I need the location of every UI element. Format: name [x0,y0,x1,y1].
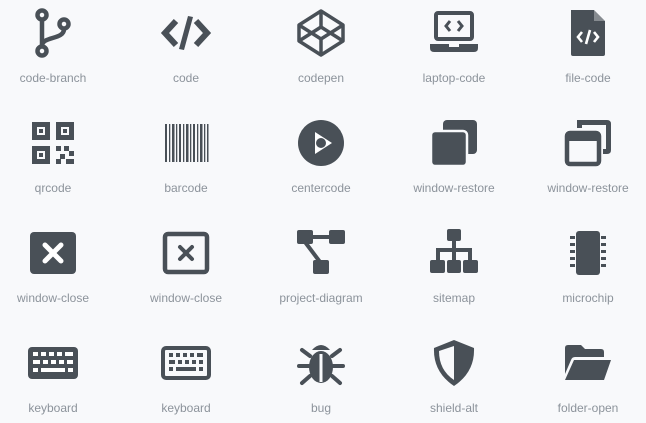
icon-tile-sitemap[interactable]: sitemap [387,220,521,330]
icon-label: window-close [149,291,223,305]
icon-tile-project-diagram[interactable]: project-diagram [254,220,388,330]
icon-tile-code[interactable]: code [119,0,253,110]
icon-tile-file-code[interactable]: file-code [521,0,646,110]
icon-tile-barcode[interactable]: barcode [119,110,253,220]
window-close-solid-icon [28,228,78,278]
project-diagram-icon [296,228,346,278]
icon-label: shield-alt [429,401,479,415]
icon-tile-code-branch[interactable]: code-branch [0,0,120,110]
file-code-icon [563,8,613,58]
icon-tile-keyboard-regular[interactable]: keyboard [119,330,253,423]
barcode-icon [161,118,211,168]
icon-tile-codepen[interactable]: codepen [254,0,388,110]
code-icon [161,8,211,58]
microchip-icon [563,228,613,278]
icon-label: barcode [164,181,208,195]
icon-tile-qrcode[interactable]: qrcode [0,110,120,220]
window-restore-solid-icon [429,118,479,168]
icon-label: project-diagram [279,291,363,305]
icon-label: window-close [16,291,90,305]
icon-label: folder-open [557,401,619,415]
icon-label: window-restore [413,181,495,195]
icon-label: keyboard [161,401,211,415]
bug-icon [296,338,346,388]
window-restore-regular-icon [563,118,613,168]
window-close-regular-icon [161,228,211,278]
icon-label: sitemap [432,291,476,305]
icon-label: laptop-code [422,71,486,85]
laptop-code-icon [429,8,479,58]
icon-label: keyboard [28,401,78,415]
icon-label: codepen [297,71,345,85]
keyboard-solid-icon [28,338,78,388]
icon-label: code [172,71,200,85]
sitemap-icon [429,228,479,278]
icon-grid: code-branch code codepen laptop-code fil… [0,0,646,423]
shield-alt-icon [429,338,479,388]
folder-open-icon [563,338,613,388]
icon-tile-window-close-regular[interactable]: window-close [119,220,253,330]
icon-tile-window-close-solid[interactable]: window-close [0,220,120,330]
icon-label: bug [310,401,332,415]
codepen-icon [296,8,346,58]
keyboard-regular-icon [161,338,211,388]
icon-tile-shield-alt[interactable]: shield-alt [387,330,521,423]
icon-label: centercode [291,181,351,195]
icon-tile-microchip[interactable]: microchip [521,220,646,330]
icon-tile-window-restore-regular[interactable]: window-restore [521,110,646,220]
icon-label: microchip [562,291,614,305]
code-branch-icon [28,8,78,58]
icon-tile-centercode[interactable]: centercode [254,110,388,220]
qrcode-icon [28,118,78,168]
icon-label: code-branch [19,71,87,85]
icon-tile-window-restore-solid[interactable]: window-restore [387,110,521,220]
icon-tile-laptop-code[interactable]: laptop-code [387,0,521,110]
icon-label: window-restore [547,181,629,195]
icon-tile-keyboard-solid[interactable]: keyboard [0,330,120,423]
icon-tile-bug[interactable]: bug [254,330,388,423]
icon-label: file-code [565,71,611,85]
icon-label: qrcode [34,181,72,195]
centercode-icon [296,118,346,168]
icon-tile-folder-open[interactable]: folder-open [521,330,646,423]
